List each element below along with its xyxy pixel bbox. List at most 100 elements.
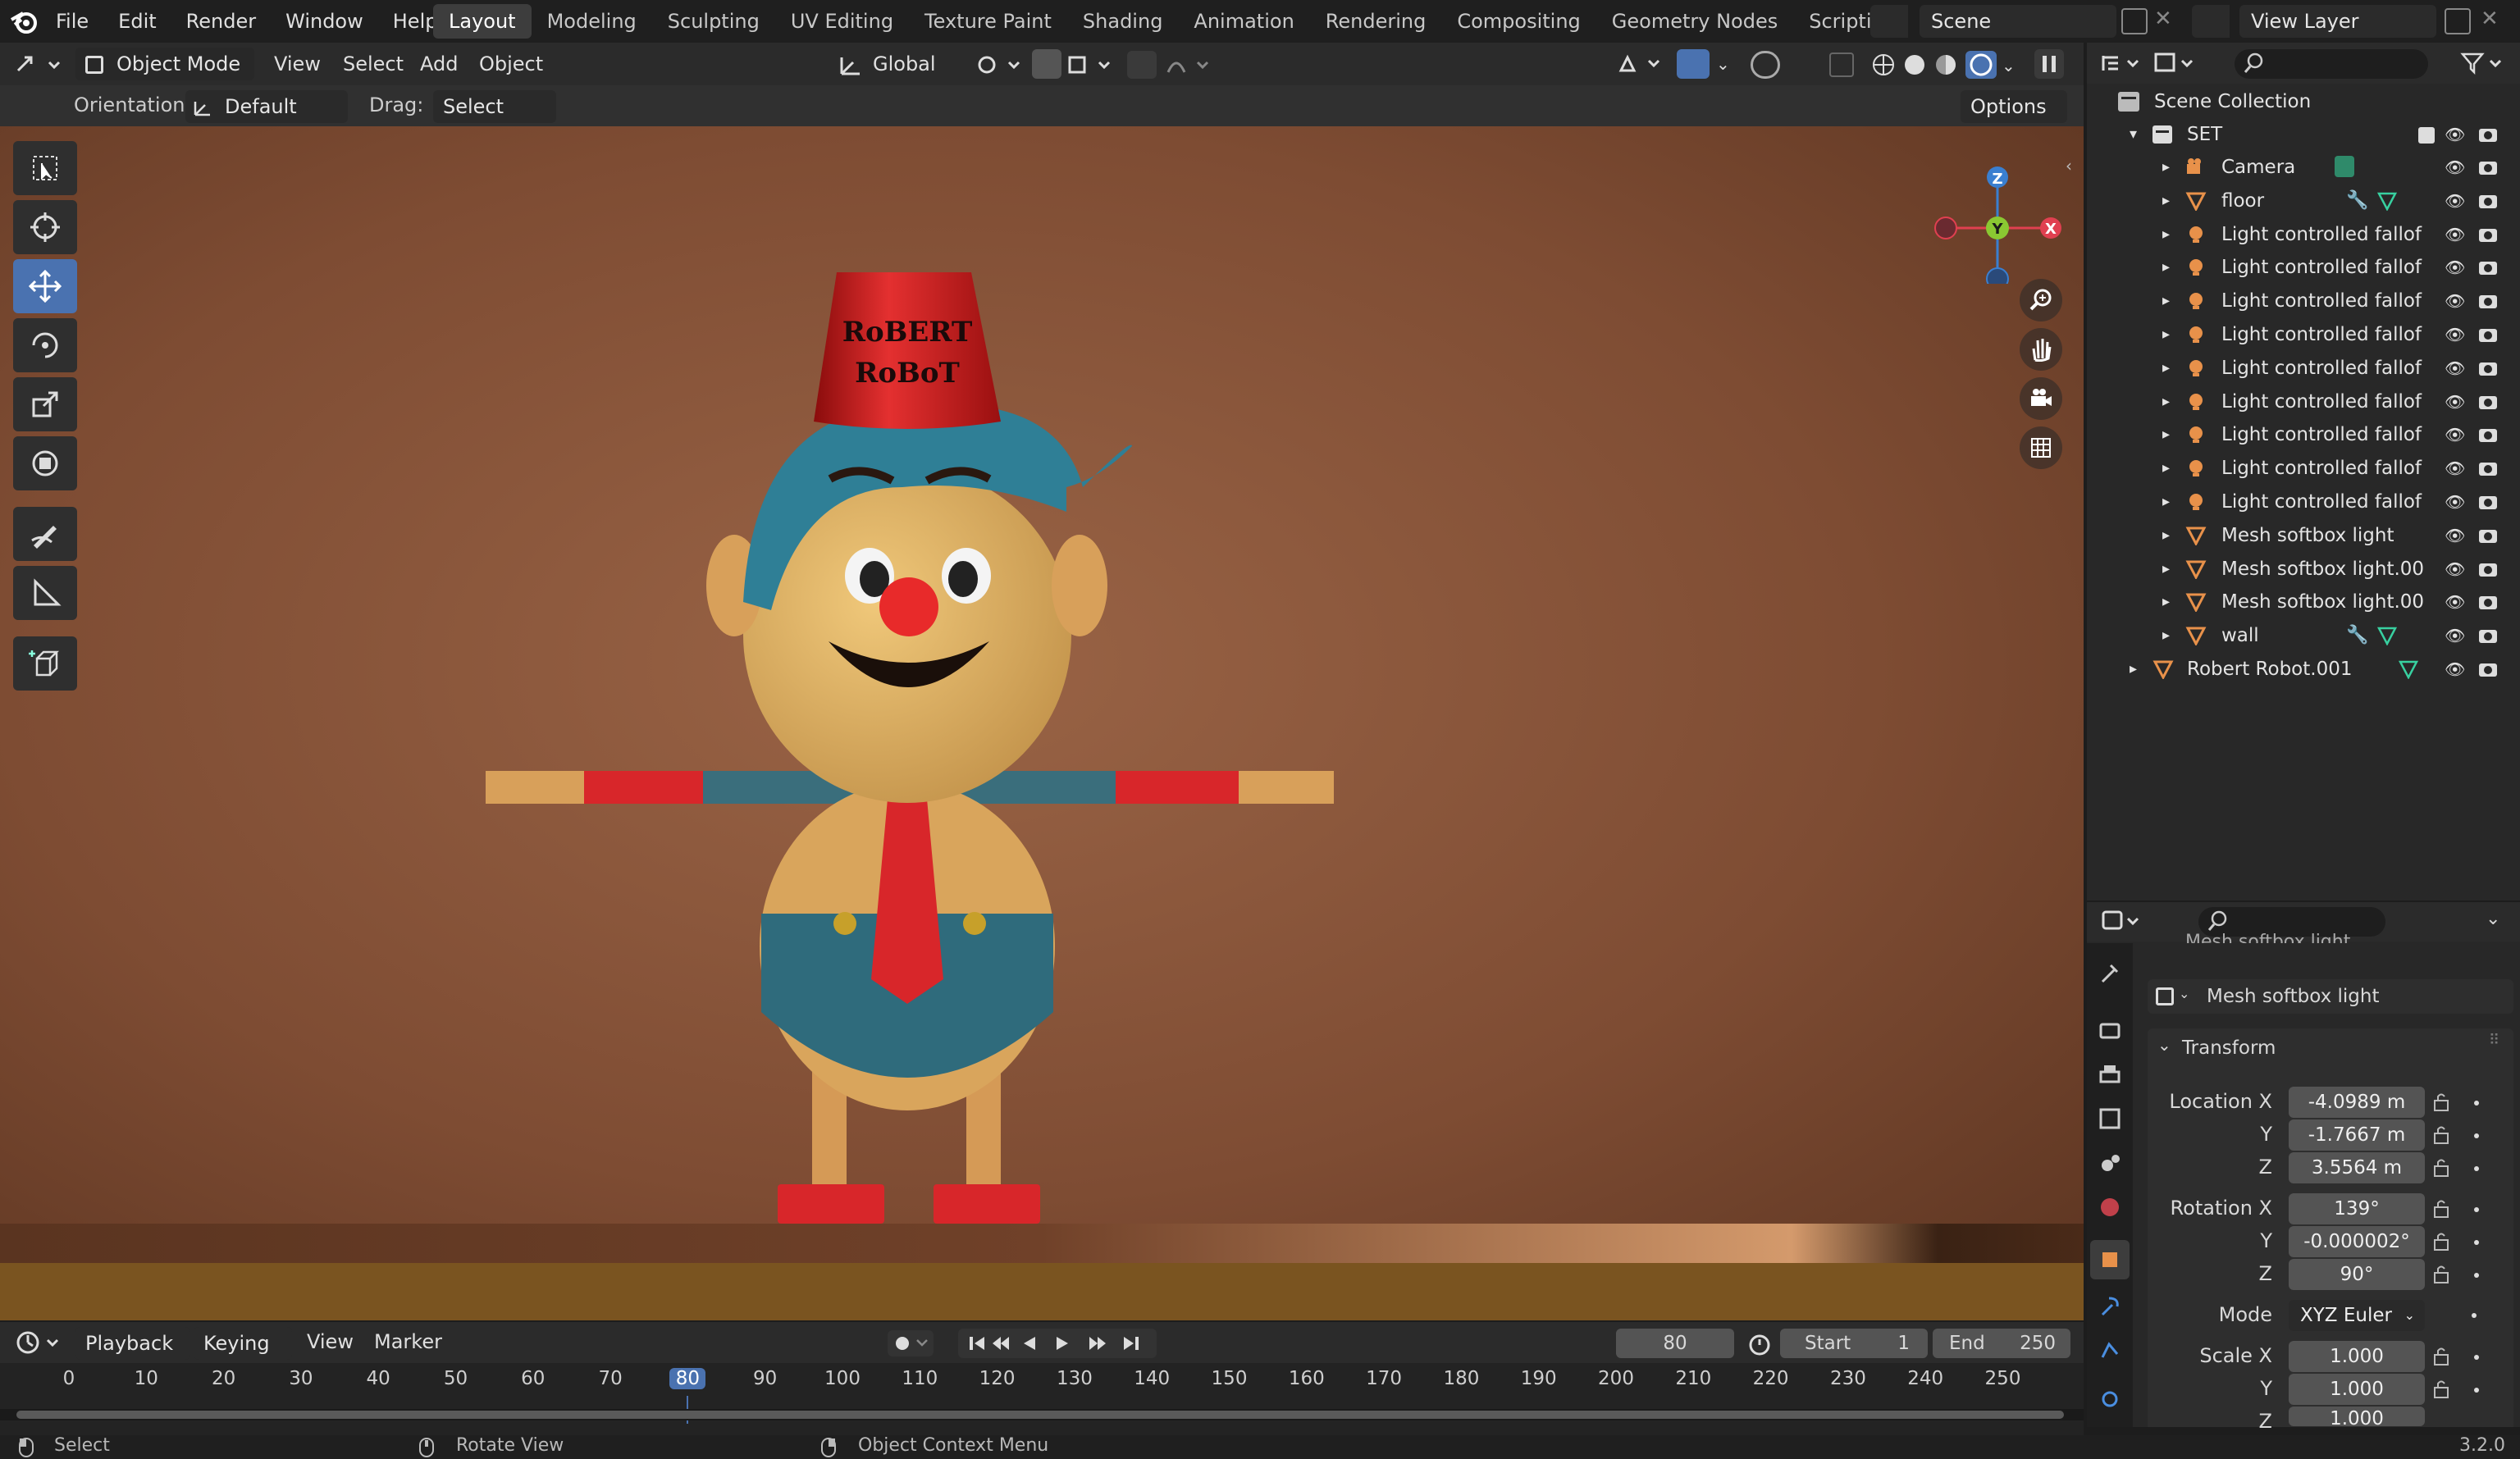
visibility-eye-icon[interactable]: 👁	[2445, 251, 2465, 284]
visibility-eye-icon[interactable]: 👁	[2445, 318, 2465, 351]
outliner-item[interactable]: ▸ Mesh softbox light.00 👁	[2087, 586, 2520, 618]
menu-edit[interactable]: Edit	[105, 10, 169, 33]
scene-tab-icon[interactable]	[2090, 1143, 2130, 1183]
object-dropdown-icon[interactable]: ⌄	[2179, 986, 2189, 1001]
robert-visibility-icon[interactable]: 👁	[2445, 653, 2465, 686]
render-camera-icon[interactable]	[2477, 526, 2499, 545]
visibility-eye-icon[interactable]: 👁	[2445, 418, 2465, 451]
object-name-field[interactable]: ⌄ Mesh softbox light	[2148, 979, 2513, 1014]
snap-target-icon[interactable]	[1066, 54, 1117, 75]
outliner-item[interactable]: ▸ Light controlled fallof 👁	[2087, 285, 2520, 317]
camera-view-icon[interactable]	[2020, 377, 2062, 420]
view-layer-browse-icon[interactable]	[2192, 5, 2230, 38]
expand-icon[interactable]: ▸	[2162, 352, 2170, 385]
world-tab-icon[interactable]	[2090, 1188, 2130, 1227]
render-camera-icon[interactable]	[2477, 492, 2499, 512]
outliner-set-collection[interactable]: ▾ SET 👁	[2087, 118, 2520, 151]
outliner-item[interactable]: ▸ floor 🔧 👁	[2087, 185, 2520, 217]
expand-icon[interactable]: ▸	[2162, 151, 2170, 184]
render-camera-icon[interactable]	[2477, 626, 2499, 645]
location-z-field[interactable]: 3.5564 m	[2289, 1152, 2425, 1183]
keying-menu[interactable]: Keying ⌄	[194, 1327, 292, 1388]
expand-icon[interactable]: ▸	[2162, 318, 2170, 351]
pivot-point-icon[interactable]	[976, 54, 1025, 75]
scene-name-field[interactable]: Scene	[1920, 5, 2116, 38]
output-tab-icon[interactable]	[2090, 1055, 2130, 1094]
menu-window[interactable]: Window	[272, 10, 377, 33]
lock-icon[interactable]	[2431, 1092, 2481, 1113]
outliner-item[interactable]: ▸ Light controlled fallof 👁	[2087, 452, 2520, 485]
render-camera-icon[interactable]	[2477, 592, 2499, 612]
overlays-icon[interactable]	[1751, 51, 1780, 79]
render-camera-icon[interactable]	[2477, 225, 2499, 244]
robert-render-icon[interactable]	[2477, 659, 2499, 679]
tab-layout[interactable]: Layout	[433, 4, 532, 39]
view-object-types-icon[interactable]	[1616, 52, 1667, 77]
lock-icon[interactable]	[2431, 1198, 2481, 1220]
lock-icon[interactable]	[2431, 1157, 2481, 1179]
drag-dropdown[interactable]: Select Box	[433, 90, 556, 151]
view-menu[interactable]: View	[274, 43, 321, 85]
current-frame-field[interactable]: 80	[1616, 1329, 1734, 1358]
outliner-search-input[interactable]	[2235, 49, 2428, 79]
lock-icon[interactable]	[2431, 1379, 2481, 1400]
object-tab-icon[interactable]	[2090, 1240, 2130, 1279]
pan-hand-icon[interactable]	[2020, 328, 2062, 371]
select-box-tool-icon[interactable]	[13, 141, 77, 195]
properties-options-icon[interactable]: ⌄	[2486, 909, 2500, 929]
timeline-view-menu[interactable]: View	[307, 1320, 354, 1363]
zoom-icon[interactable]	[2020, 279, 2062, 321]
render-camera-icon[interactable]	[2477, 258, 2499, 277]
display-mode-icon[interactable]	[2152, 51, 2197, 75]
render-camera-icon[interactable]	[2477, 559, 2499, 579]
options-dropdown[interactable]: Options	[1961, 90, 2067, 123]
particles-tab-icon[interactable]	[2090, 1330, 2130, 1370]
lock-icon[interactable]	[2431, 1124, 2481, 1146]
cursor-tool-icon[interactable]	[13, 200, 77, 254]
scale-y-field[interactable]: 1.000	[2289, 1374, 2425, 1405]
expand-icon[interactable]: ▸	[2162, 553, 2170, 586]
outliner-item[interactable]: ▸ Light controlled fallof 👁	[2087, 352, 2520, 385]
expand-icon[interactable]: ▸	[2162, 385, 2170, 418]
modifier-tab-icon[interactable]	[2090, 1286, 2130, 1325]
outliner-item[interactable]: ▸ Light controlled fallof 👁	[2087, 218, 2520, 251]
proportional-edit-icon[interactable]	[1127, 51, 1157, 79]
tab-texture-paint[interactable]: Texture Paint	[909, 4, 1067, 39]
tab-animation[interactable]: Animation	[1178, 4, 1309, 39]
gizmo-dropdown-icon[interactable]: ⌄	[1716, 54, 1730, 74]
outliner-scene-collection[interactable]: Scene Collection	[2087, 85, 2520, 118]
object-menu[interactable]: Object	[479, 43, 543, 85]
rotation-y-field[interactable]: -0.000002°	[2289, 1226, 2425, 1257]
preview-range-icon[interactable]	[1747, 1332, 1772, 1356]
outliner-item[interactable]: ▸ Light controlled fallof 👁	[2087, 486, 2520, 518]
scene-browse-icon[interactable]	[1870, 5, 1908, 38]
expand-icon[interactable]: ▸	[2162, 218, 2170, 251]
outliner-item[interactable]: ▸ Light controlled fallof 👁	[2087, 418, 2520, 451]
set-exclude-checkbox[interactable]	[2418, 127, 2435, 144]
timeline-editor-type-icon[interactable]	[15, 1329, 64, 1356]
outliner-robert-robot[interactable]: ▸ Robert Robot.001 👁	[2087, 653, 2520, 686]
expand-icon[interactable]: ▸	[2162, 619, 2170, 652]
lock-icon[interactable]	[2431, 1231, 2481, 1252]
select-menu[interactable]: Select	[343, 43, 404, 85]
visibility-eye-icon[interactable]: 👁	[2445, 218, 2465, 251]
panel-drag-icon[interactable]: ⠿	[2489, 1032, 2499, 1049]
render-camera-icon[interactable]	[2477, 191, 2499, 211]
robert-expand-icon[interactable]: ▸	[2130, 653, 2137, 686]
visibility-eye-icon[interactable]: 👁	[2445, 352, 2465, 385]
expand-icon[interactable]: ▸	[2162, 185, 2170, 217]
visibility-eye-icon[interactable]: 👁	[2445, 586, 2465, 618]
render-camera-icon[interactable]	[2477, 157, 2499, 177]
visibility-eye-icon[interactable]: 👁	[2445, 285, 2465, 317]
gizmo-toggle-icon[interactable]	[1677, 49, 1710, 79]
falloff-icon[interactable]	[1165, 54, 1214, 75]
location-y-field[interactable]: -1.7667 m	[2289, 1119, 2425, 1151]
render-tab-icon[interactable]	[2090, 1010, 2130, 1050]
blender-logo-icon[interactable]	[10, 8, 38, 34]
visibility-eye-icon[interactable]: 👁	[2445, 385, 2465, 418]
visibility-eye-icon[interactable]: 👁	[2445, 151, 2465, 184]
outliner-editor-type-icon[interactable]	[2100, 51, 2141, 75]
move-tool-icon[interactable]	[13, 259, 77, 313]
view-layer-tab-icon[interactable]	[2090, 1099, 2130, 1138]
visibility-eye-icon[interactable]: 👁	[2445, 452, 2465, 485]
